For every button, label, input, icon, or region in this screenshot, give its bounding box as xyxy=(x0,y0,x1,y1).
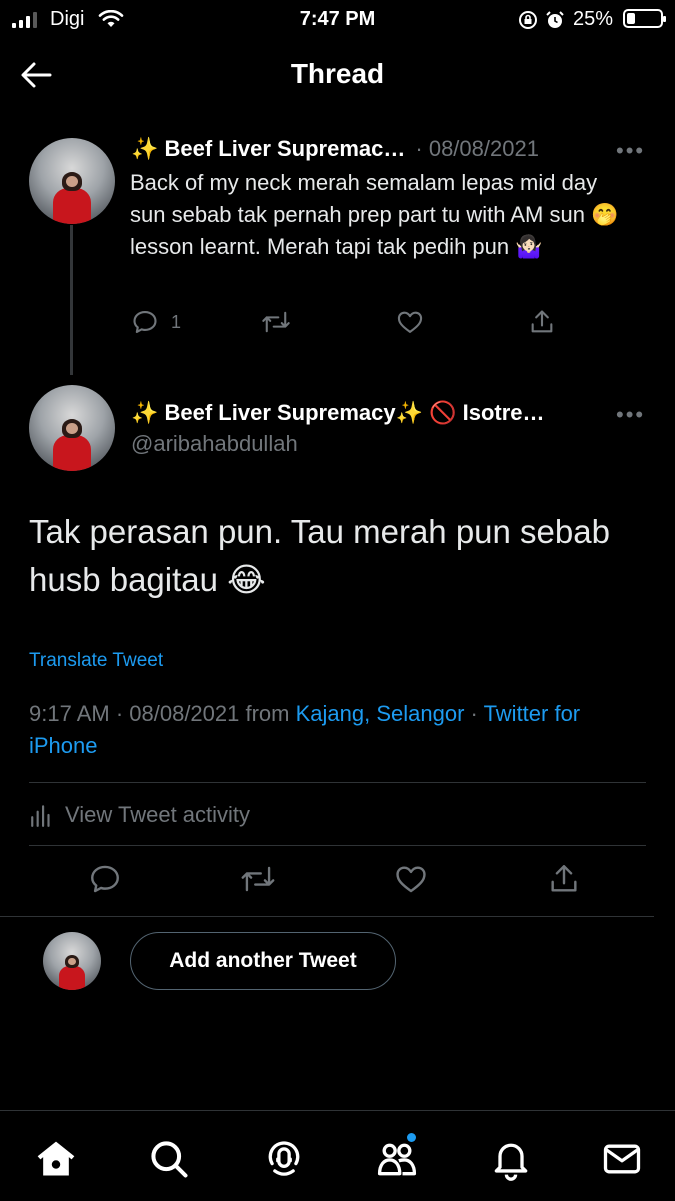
reply-count: 1 xyxy=(171,311,182,332)
share-icon xyxy=(531,310,553,333)
search-icon xyxy=(151,1141,188,1178)
location-link[interactable]: Kajang, Selangor xyxy=(296,701,465,726)
divider xyxy=(29,782,646,783)
tab-bar xyxy=(0,1110,675,1201)
view-tweet-activity[interactable]: View Tweet activity xyxy=(29,802,250,828)
battery-fill xyxy=(627,13,635,24)
communities-icon xyxy=(377,1143,417,1176)
retweet-button[interactable] xyxy=(261,308,291,336)
retweet-icon xyxy=(241,866,275,892)
avatar[interactable] xyxy=(29,385,115,471)
share-button[interactable] xyxy=(528,308,556,336)
display-name[interactable]: ✨ Beef Liver Supremac… xyxy=(131,136,405,162)
retweet-button[interactable] xyxy=(240,862,276,896)
add-another-tweet-button[interactable]: Add another Tweet xyxy=(130,932,396,990)
divider xyxy=(29,845,646,846)
user-handle[interactable]: @aribahabdullah xyxy=(131,431,298,457)
add-another-tweet-label: Add another Tweet xyxy=(169,949,357,972)
thread-connector-line xyxy=(70,225,73,375)
notification-dot xyxy=(407,1133,416,1142)
share-button[interactable] xyxy=(547,862,581,896)
reply-icon xyxy=(91,865,119,893)
battery-percent: 25% xyxy=(572,8,613,30)
tab-search[interactable] xyxy=(147,1137,191,1181)
retweet-icon xyxy=(262,311,290,333)
translate-tweet-link[interactable]: Translate Tweet xyxy=(29,650,163,672)
more-options-icon[interactable]: ••• xyxy=(616,402,645,428)
tab-spaces[interactable] xyxy=(262,1137,306,1181)
status-bar: Digi 7:47 PM 25% xyxy=(0,0,675,40)
display-name[interactable]: ✨ Beef Liver Supremacy✨ 🚫 Isotre… xyxy=(131,400,601,426)
page-title: Thread xyxy=(290,58,385,89)
tab-home[interactable] xyxy=(34,1137,78,1181)
separator: · xyxy=(464,701,484,726)
heart-icon xyxy=(396,866,426,893)
more-options-icon[interactable]: ••• xyxy=(616,138,645,164)
share-icon xyxy=(551,865,577,892)
parent-tweet-actions: 1 xyxy=(131,308,571,340)
home-icon xyxy=(37,1141,75,1176)
tab-communities[interactable] xyxy=(375,1133,419,1181)
parent-tweet-header: ✨ Beef Liver Supremac… · 08/08/2021 xyxy=(131,136,651,162)
tweet-text: Tak perasan pun. Tau merah pun sebab hus… xyxy=(29,513,610,598)
heart-icon xyxy=(397,311,423,333)
messages-icon xyxy=(603,1144,641,1174)
reply-icon xyxy=(133,311,157,333)
like-button[interactable] xyxy=(394,862,428,896)
tweet-time-date: 9:17 AM · 08/08/2021 from xyxy=(29,701,296,726)
alarm-icon xyxy=(546,11,564,28)
avatar[interactable] xyxy=(43,932,101,990)
tweet-timestamp-line: 9:17 AM · 08/08/2021 from Kajang, Selang… xyxy=(29,698,649,762)
avatar[interactable] xyxy=(29,138,115,224)
tab-notifications[interactable] xyxy=(489,1137,533,1181)
reply-button[interactable]: 1 xyxy=(131,308,181,336)
divider xyxy=(0,916,654,917)
bar-chart-icon xyxy=(31,805,50,827)
main-tweet-actions xyxy=(88,862,588,898)
parent-tweet-text: Back of my neck merah semalam lepas mid … xyxy=(130,170,619,259)
like-button[interactable] xyxy=(396,308,424,336)
orientation-lock-icon xyxy=(519,11,537,29)
reply-button[interactable] xyxy=(88,862,122,896)
view-tweet-activity-label: View Tweet activity xyxy=(65,802,251,827)
tweet-date: · 08/08/2021 xyxy=(415,136,539,161)
battery-icon xyxy=(623,9,666,28)
notifications-icon xyxy=(494,1143,528,1181)
spaces-icon xyxy=(268,1141,300,1176)
tab-messages[interactable] xyxy=(600,1137,644,1181)
